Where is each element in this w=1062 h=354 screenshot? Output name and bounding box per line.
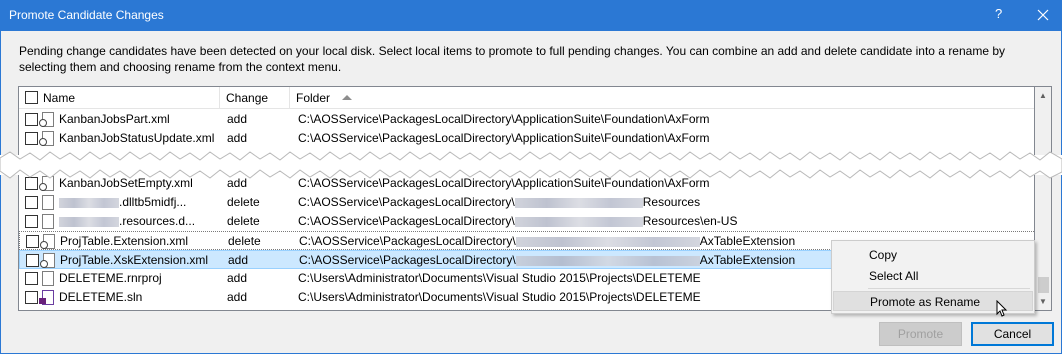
redacted-text [59,197,119,208]
menu-item-copy[interactable]: Copy [833,245,1033,265]
sort-ascending-icon [342,95,352,100]
column-header-change[interactable]: Change [220,87,290,109]
torn-edge-divider [0,151,1062,179]
vertical-scrollbar[interactable]: ▲ ▼ [1035,86,1052,311]
cancel-button[interactable]: Cancel [971,322,1054,346]
xml-file-icon [40,234,55,249]
column-header-name[interactable]: Name [19,87,220,109]
menu-item-select-all[interactable]: Select All [833,266,1033,286]
row-checkbox[interactable] [25,291,38,304]
scroll-up-icon[interactable]: ▲ [1039,91,1047,100]
list-item[interactable]: .resources.d... delete C:\AOSService\Pac… [19,212,1034,231]
redacted-text [515,255,700,266]
redacted-text [59,216,119,227]
column-header-folder[interactable]: Folder [290,87,1034,109]
title-bar: Promote Candidate Changes ? [0,0,1062,31]
row-checkbox[interactable] [26,235,39,248]
close-button[interactable] [1024,0,1062,31]
xml-file-icon [39,131,54,146]
row-checkbox[interactable] [25,196,38,209]
file-icon [42,195,54,210]
help-button[interactable]: ? [995,6,1002,21]
redacted-text [514,216,643,227]
torn-edge-graphic [0,151,1062,179]
list-item[interactable]: KanbanJobStatusUpdate.xml add C:\AOSServ… [19,129,1034,148]
redacted-text [515,236,700,247]
window-title: Promote Candidate Changes [9,8,164,22]
row-checkbox[interactable] [25,215,38,228]
xml-file-icon [39,112,54,127]
file-icon [42,214,54,229]
mouse-pointer-icon [996,300,1008,317]
redacted-text [514,197,643,208]
row-checkbox[interactable] [26,254,39,267]
list-item[interactable]: KanbanJobsPart.xml add C:\AOSService\Pac… [19,110,1034,129]
row-checkbox[interactable] [25,132,38,145]
close-icon [1037,9,1049,21]
list-item[interactable]: .dlltb5midfj... delete C:\AOSService\Pac… [19,193,1034,212]
row-checkbox[interactable] [25,272,38,285]
xml-file-icon [40,253,55,268]
scroll-down-icon[interactable]: ▼ [1039,297,1047,306]
row-checkbox[interactable] [25,113,38,126]
solution-file-icon [39,290,54,305]
promote-button[interactable]: Promote [879,322,962,346]
scrollbar-thumb[interactable] [1038,277,1049,293]
file-icon [42,271,54,286]
select-all-checkbox[interactable] [25,91,38,104]
menu-separator [868,288,1030,289]
description-text: Pending change candidates have been dete… [19,44,1006,74]
list-header: Name Change Folder [19,87,1034,109]
